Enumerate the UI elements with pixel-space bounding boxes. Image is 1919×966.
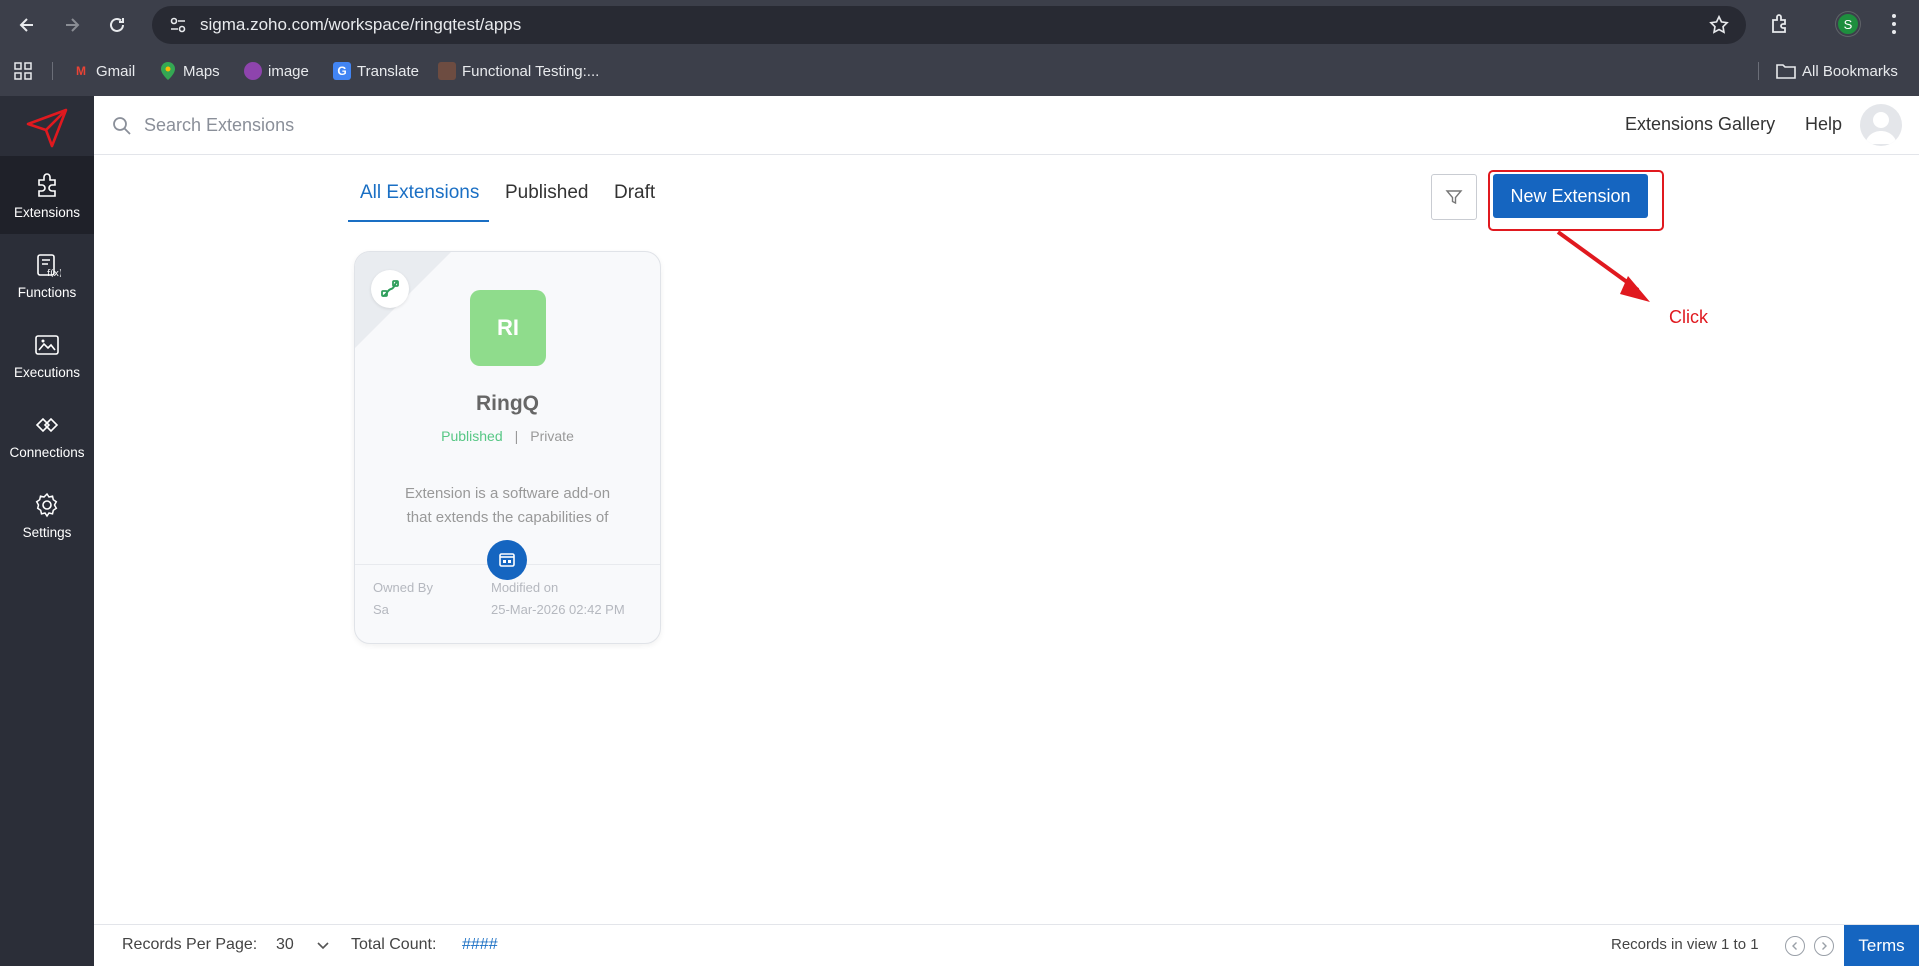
gmail-icon: M <box>76 64 86 78</box>
app-type-icon <box>487 540 527 580</box>
translate-icon: G <box>333 62 351 80</box>
back-button[interactable] <box>12 10 42 40</box>
site-settings-icon[interactable] <box>160 7 196 43</box>
search-input[interactable] <box>144 108 564 142</box>
gear-icon <box>35 492 58 517</box>
bookmarks-divider <box>52 62 53 80</box>
connections-icon <box>35 417 59 432</box>
extension-initials-avatar: RI <box>470 290 546 366</box>
svg-text:f(x): f(x) <box>47 269 61 279</box>
address-bar[interactable]: sigma.zoho.com/workspace/ringqtest/apps <box>152 6 1746 44</box>
bookmarks-divider <box>1758 62 1759 80</box>
extension-status-row: Published | Private <box>355 428 660 444</box>
star-icon[interactable] <box>1708 14 1730 36</box>
reload-icon <box>110 17 124 32</box>
folder-icon <box>1776 64 1796 79</box>
extensions-puzzle-icon[interactable] <box>1768 12 1792 36</box>
sidebar-item-functions[interactable]: f(x) Functions <box>0 236 94 314</box>
sidebar-item-label: Extensions <box>13 204 81 220</box>
cube-bookmark-icon <box>438 62 456 80</box>
bookmark-translate[interactable]: G Translate <box>333 58 419 84</box>
status-separator: | <box>514 428 519 444</box>
records-per-page-select[interactable]: 30 <box>276 936 294 954</box>
footer-pagination: Records Per Page: 30 Total Count: #### R… <box>94 924 1919 966</box>
puzzle-icon <box>38 172 56 197</box>
bookmark-label: Translate <box>357 62 419 80</box>
reload-button[interactable] <box>102 10 132 40</box>
arrow-left-icon <box>19 18 33 32</box>
bookmark-label: Gmail <box>96 62 136 80</box>
url-text[interactable]: sigma.zoho.com/workspace/ringqtest/apps <box>200 15 521 35</box>
total-count-value[interactable]: #### <box>462 936 498 954</box>
tab-published[interactable]: Published <box>505 176 588 222</box>
sidebar-item-label: Settings <box>22 524 72 540</box>
arrow-right-icon <box>66 18 80 32</box>
extensions-gallery-link[interactable]: Extensions Gallery <box>1625 114 1775 135</box>
terms-button[interactable]: Terms <box>1844 925 1919 966</box>
browser-chrome: sigma.zoho.com/workspace/ringqtest/apps … <box>0 0 1919 96</box>
sidebar-item-label: Functions <box>17 284 77 300</box>
user-avatar[interactable] <box>1860 104 1902 146</box>
owned-by-value: Sa <box>373 602 389 617</box>
chevron-right-icon <box>1822 942 1827 950</box>
status-badge: Published <box>441 428 503 444</box>
tab-all-extensions[interactable]: All Extensions <box>348 176 489 222</box>
forward-button[interactable] <box>57 10 87 40</box>
bookmark-image[interactable]: image <box>244 58 309 84</box>
annotation-arrow-icon <box>1556 230 1650 302</box>
bookmark-label: Functional Testing:... <box>462 62 600 80</box>
modified-on-value: 25-Mar-2026 02:42 PM <box>491 602 625 617</box>
chevron-left-icon <box>1792 942 1797 950</box>
extension-description: Extension is a software add-on that exte… <box>404 485 611 526</box>
records-in-view-text: Records in view 1 to 1 <box>1611 936 1759 953</box>
sidebar: Extensions f(x) Functions Executions Con… <box>0 96 94 966</box>
search-icon <box>113 117 131 135</box>
app-header: Extensions Gallery Help <box>94 96 1919 155</box>
visibility-badge: Private <box>530 428 574 444</box>
executions-icon <box>35 334 59 355</box>
extension-title: RingQ <box>476 392 539 415</box>
bookmarks-bar: M Gmail Maps image G Translate Functiona… <box>0 52 1919 88</box>
apps-grid-icon[interactable] <box>14 62 32 80</box>
records-per-page-label: Records Per Page: <box>122 936 258 953</box>
profile-avatar[interactable]: S <box>1836 12 1860 36</box>
sidebar-item-connections[interactable]: Connections <box>0 396 94 474</box>
annotation-highlight-box <box>1488 170 1664 231</box>
integration-type-icon <box>371 270 409 308</box>
image-bookmark-icon <box>244 62 262 80</box>
bookmark-gmail[interactable]: M Gmail <box>72 58 135 84</box>
sidebar-item-label: Connections <box>9 444 85 460</box>
bookmark-maps[interactable]: Maps <box>159 58 220 84</box>
previous-page-button[interactable] <box>1785 936 1805 956</box>
bookmark-label: Maps <box>183 62 220 80</box>
filter-button[interactable] <box>1431 174 1477 220</box>
maps-pin-icon <box>159 62 177 80</box>
sidebar-item-settings[interactable]: Settings <box>0 476 94 554</box>
annotation-click-label: Click <box>1669 307 1708 327</box>
tab-draft[interactable]: Draft <box>614 176 655 222</box>
help-link[interactable]: Help <box>1805 114 1842 135</box>
bookmark-functional-testing[interactable]: Functional Testing:... <box>438 58 599 84</box>
sigma-logo-icon[interactable] <box>26 108 68 148</box>
owned-by-label: Owned By <box>373 580 433 595</box>
sidebar-item-executions[interactable]: Executions <box>0 316 94 394</box>
bookmark-label: image <box>268 62 309 80</box>
page: sigma.zoho.com/workspace/ringqtest/apps … <box>0 0 1919 966</box>
filter-icon <box>1445 190 1463 205</box>
all-bookmarks-label: All Bookmarks <box>1802 62 1898 80</box>
extension-card[interactable]: RI RingQ Published | Private Extension is … <box>354 251 661 644</box>
function-icon: f(x) <box>37 253 61 279</box>
next-page-button[interactable] <box>1814 936 1834 956</box>
modified-on-label: Modified on <box>491 580 559 595</box>
kebab-menu-icon[interactable] <box>1884 10 1904 38</box>
total-count-label: Total Count: <box>351 936 437 953</box>
chevron-down-icon[interactable] <box>316 938 330 952</box>
sidebar-item-label: Executions <box>13 364 81 380</box>
all-bookmarks-button[interactable]: All Bookmarks <box>1776 58 1898 84</box>
sidebar-item-extensions[interactable]: Extensions <box>0 156 94 234</box>
